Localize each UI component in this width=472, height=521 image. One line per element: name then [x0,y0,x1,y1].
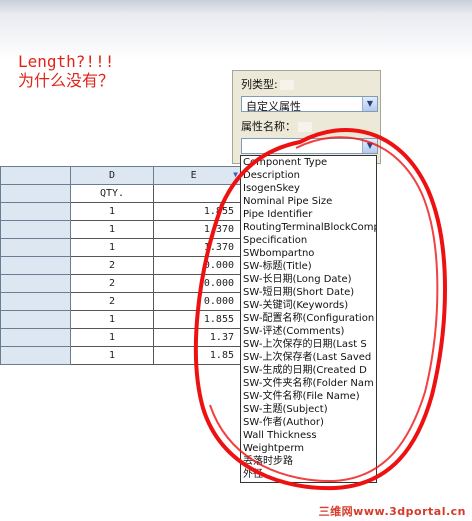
dropdown-option[interactable]: SW-文件夹名称(Folder Nam [241,377,376,390]
table-cell[interactable] [153,184,241,203]
table-row: 2 0.000 [0,256,241,275]
dropdown-option[interactable]: SW-上次保存的日期(Last S [241,338,376,351]
chevron-down-icon[interactable]: ▼ [362,139,377,153]
row-header-corner[interactable] [0,166,71,185]
table-cell-value[interactable]: 1.370 [153,238,241,257]
table-cell-value[interactable]: 1.85 [153,346,241,365]
column-type-label-text: 列类型: [241,78,278,91]
dropdown-option[interactable]: SW-配置名称(Configuration [241,312,376,325]
table-cell-qty[interactable]: 1 [70,310,154,329]
label-placeholder [298,122,312,132]
table-cell-qty[interactable]: 2 [70,274,154,293]
dropdown-option[interactable]: IsogenSkey [241,182,376,195]
dropdown-option[interactable]: SW-短日期(Short Date) [241,286,376,299]
dropdown-option[interactable]: Wall Thickness [241,429,376,442]
row-header-cell[interactable] [0,184,71,203]
bom-table: D E ▼ QTY. 1 1.855 1 1.370 1 1.370 2 0.0… [0,166,241,365]
dropdown-option[interactable]: Weightperm [241,442,376,455]
dropdown-option[interactable]: 丢落时步路 [241,455,376,468]
dropdown-option[interactable]: SW-作者(Author) [241,416,376,429]
table-row: 1 1.855 [0,310,241,329]
table-row: QTY. [0,184,241,203]
table-cell-value[interactable]: 1.370 [153,220,241,239]
property-name-select[interactable]: ▼ [241,138,378,154]
column-header-e-label: E [190,170,197,181]
table-row: 1 1.37 [0,328,241,347]
table-cell-qty[interactable]: 2 [70,256,154,275]
column-header-e[interactable]: E ▼ [153,166,241,185]
table-cell-value[interactable]: 1.37 [153,328,241,347]
table-row: 2 0.000 [0,292,241,311]
table-cell-qty-header[interactable]: QTY. [70,184,154,203]
column-header-d[interactable]: D [70,166,154,185]
dropdown-option[interactable]: SW-标题(Title) [241,260,376,273]
table-row: 2 0.000 [0,274,241,293]
table-cell-value[interactable]: 0.000 [153,256,241,275]
column-type-label: 列类型: [241,76,294,92]
annotation-line-1: Length?!!! [18,52,115,71]
dropdown-option[interactable]: 外径 [241,468,376,481]
dropdown-option[interactable]: SW-主题(Subject) [241,403,376,416]
property-name-label: 属性名称： [241,118,312,134]
row-header-cell[interactable] [0,274,71,293]
dropdown-option[interactable]: SW-关键词(Keywords) [241,299,376,312]
dropdown-option[interactable]: SW-上次保存者(Last Saved [241,351,376,364]
filter-arrow-icon[interactable]: ▼ [233,170,238,179]
table-cell-value[interactable]: 0.000 [153,274,241,293]
row-header-cell[interactable] [0,292,71,311]
dropdown-option[interactable]: SW-评述(Comments) [241,325,376,338]
table-cell-value[interactable]: 1.855 [153,310,241,329]
row-header-cell[interactable] [0,220,71,239]
column-type-value: 自定义属性 [246,100,301,113]
table-cell-qty[interactable]: 1 [70,202,154,221]
row-header-cell[interactable] [0,328,71,347]
table-cell-qty[interactable]: 1 [70,346,154,365]
table-cell-qty[interactable]: 1 [70,238,154,257]
chevron-down-icon[interactable]: ▼ [362,97,377,111]
table-cell-value[interactable]: 1.855 [153,202,241,221]
row-header-cell[interactable] [0,310,71,329]
dropdown-option[interactable]: SW-生成的日期(Created D [241,364,376,377]
column-header-row: D E ▼ [0,166,241,185]
column-properties-panel: 列类型: 自定义属性 ▼ 属性名称： ▼ [232,70,381,164]
column-type-select[interactable]: 自定义属性 ▼ [241,96,378,113]
table-cell-qty[interactable]: 1 [70,220,154,239]
dropdown-option[interactable]: Description [241,169,376,182]
site-watermark: 三维网www.3dportal.cn [318,505,466,518]
table-cell-qty[interactable]: 2 [70,292,154,311]
dropdown-option[interactable]: Pipe Identifier [241,208,376,221]
row-header-cell[interactable] [0,202,71,221]
dropdown-option[interactable]: Component Type [241,156,376,169]
dropdown-option[interactable]: RoutingTerminalBlockCompo [241,221,376,234]
table-row: 1 1.370 [0,238,241,257]
table-cell-qty[interactable]: 1 [70,328,154,347]
dropdown-option[interactable]: SWbompartno [241,247,376,260]
dropdown-option[interactable]: SW-长日期(Long Date) [241,273,376,286]
row-header-cell[interactable] [0,238,71,257]
annotation-text: Length?!!! 为什么没有？ [18,52,114,90]
annotation-line-2: 为什么没有？ [18,71,115,90]
dropdown-option[interactable]: Specification [241,234,376,247]
table-row: 1 1.85 [0,346,241,365]
row-header-cell[interactable] [0,256,71,275]
row-header-cell[interactable] [0,346,71,365]
property-name-dropdown-list[interactable]: Component Type Description IsogenSkey No… [240,155,377,483]
table-row: 1 1.370 [0,220,241,239]
dropdown-option[interactable]: SW-文件名称(File Name) [241,390,376,403]
table-row: 1 1.855 [0,202,241,221]
label-placeholder [279,80,294,90]
dropdown-option[interactable]: Nominal Pipe Size [241,195,376,208]
table-cell-value[interactable]: 0.000 [153,292,241,311]
property-name-label-text: 属性名称： [241,120,296,133]
